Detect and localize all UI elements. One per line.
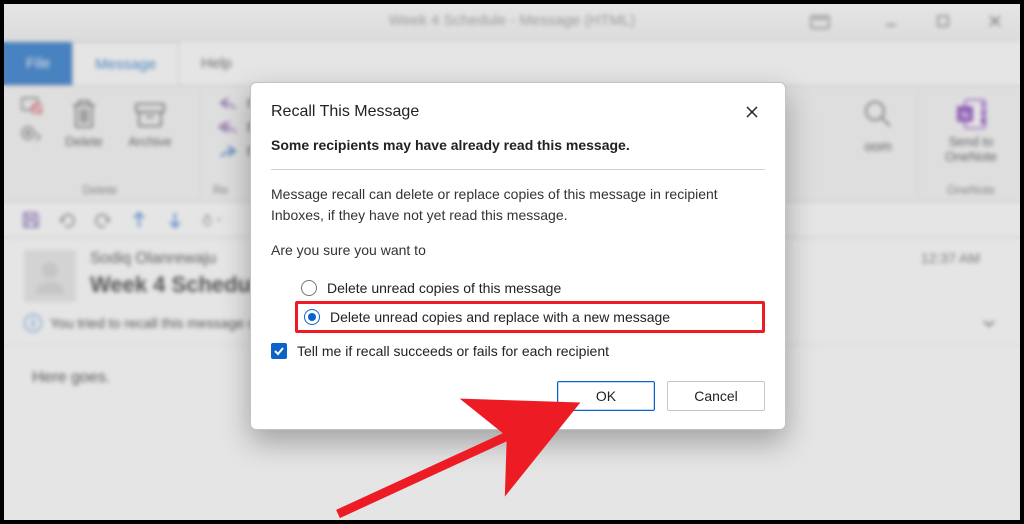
checkbox-tell-me[interactable]: Tell me if recall succeeds or fails for … — [271, 343, 765, 359]
radio-off-icon — [301, 280, 317, 296]
dialog-warning: Some recipients may have already read th… — [271, 137, 765, 153]
dialog-close-icon[interactable] — [739, 99, 765, 125]
radio-delete-unread-label: Delete unread copies of this message — [327, 280, 561, 296]
radio-on-icon — [304, 309, 320, 325]
dialog-title: Recall This Message — [271, 103, 419, 121]
radio-delete-unread[interactable]: Delete unread copies of this message — [295, 275, 765, 301]
radio-delete-and-replace[interactable]: Delete unread copies and replace with a … — [295, 301, 765, 333]
dialog-prompt: Are you sure you want to — [271, 240, 765, 261]
radio-delete-and-replace-label: Delete unread copies and replace with a … — [330, 309, 670, 325]
ok-button[interactable]: OK — [557, 381, 655, 411]
dialog-description: Message recall can delete or replace cop… — [271, 184, 765, 226]
recall-dialog: Recall This Message Some recipients may … — [250, 82, 786, 430]
checkbox-tell-me-label: Tell me if recall succeeds or fails for … — [297, 343, 609, 359]
checkbox-on-icon — [271, 343, 287, 359]
dialog-divider — [271, 169, 765, 170]
cancel-button[interactable]: Cancel — [667, 381, 765, 411]
